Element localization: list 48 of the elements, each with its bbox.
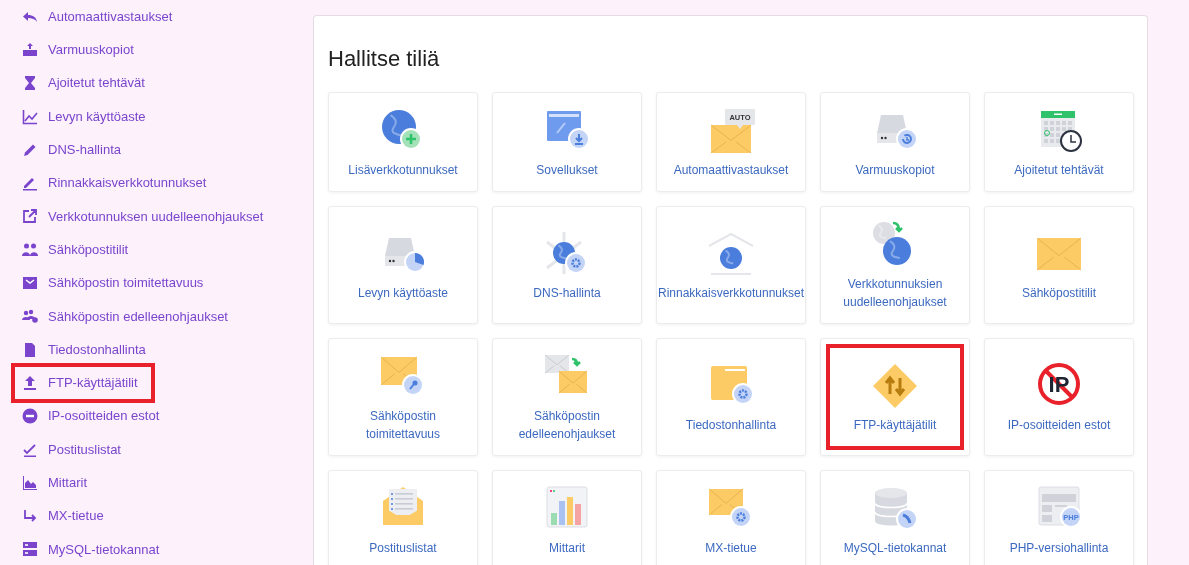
page-title: Hallitse tiliä <box>328 46 441 73</box>
sidebar-link[interactable]: Ajoitetut tehtävät <box>14 66 153 100</box>
hourglass-icon <box>22 75 38 92</box>
service-tile[interactable]: Sovellukset <box>492 92 642 193</box>
sidebar-link[interactable]: Varmuuskopiot <box>14 33 142 67</box>
service-tile[interactable]: Postituslistat <box>328 470 478 565</box>
service-tile[interactable]: MySQL-tietokannat <box>820 470 970 565</box>
sidebar-link[interactable]: Mittarit <box>14 466 95 500</box>
service-tile[interactable]: Mittarit <box>492 470 642 565</box>
service-tile[interactable]: FTP-käyttäjätilit <box>820 338 970 457</box>
sidebar-link[interactable]: Levyn käyttöaste <box>14 99 154 134</box>
sidebar-link[interactable]: Sähköpostitilit <box>14 233 137 267</box>
service-tile[interactable]: MX-tietue <box>656 470 806 565</box>
service-tile[interactable]: DNS-hallinta <box>492 206 642 325</box>
area-chart-icon <box>22 474 38 491</box>
service-tile[interactable]: Lisäverkkotunnukset <box>328 92 478 193</box>
service-tile[interactable]: Sähköpostin toimitettavuus <box>328 338 478 457</box>
sidebar-link[interactable]: Automaattivastaukset <box>14 0 181 34</box>
sidebar-link[interactable]: DNS-hallinta <box>14 133 129 167</box>
sidebar-link[interactable]: IP-osoitteiden estot <box>14 399 168 433</box>
sidebar-link[interactable]: Verkkotunnuksen uudelleenohjaukset <box>14 199 272 234</box>
line-chart-icon <box>22 108 38 125</box>
edit-icon <box>22 175 38 192</box>
sidebar-link[interactable]: MX-tietue <box>14 499 112 533</box>
people-icon <box>22 241 38 258</box>
server-icon <box>22 541 38 558</box>
service-tile[interactable]: Levyn käyttöaste <box>328 206 478 325</box>
sidebar-link[interactable]: FTP-käyttäjätilit <box>14 366 152 400</box>
service-tile[interactable]: Varmuuskopiot <box>820 92 970 193</box>
upload-box-icon <box>22 41 38 58</box>
service-tile[interactable]: Ajoitetut tehtävät <box>984 92 1134 193</box>
sidebar-link[interactable]: Tiedostonhallinta <box>14 332 154 367</box>
sidebar-link[interactable]: Sähköpostin edelleenohjaukset <box>14 299 236 333</box>
service-tile[interactable]: Rinnakkaisverkkotunnukset <box>656 206 806 325</box>
service-tile[interactable]: Verkkotunnuksien uudelleenohjaukset <box>820 206 970 325</box>
external-link-icon <box>22 208 38 225</box>
service-tile[interactable]: Sähköpostin edelleenohjaukset <box>492 338 642 457</box>
sidebar-link[interactable]: Rinnakkaisverkkotunnukset <box>14 166 215 200</box>
envelope-icon <box>22 275 38 291</box>
file-icon <box>22 341 38 358</box>
minus-circle-icon <box>22 408 38 425</box>
check-icon <box>22 441 38 458</box>
upload-icon <box>22 374 38 391</box>
service-tile[interactable]: Sähköpostitilit <box>984 206 1134 325</box>
sidebar-link[interactable]: Postituslistat <box>14 432 129 467</box>
sidebar-link[interactable]: Sähköpostin toimitettavuus <box>14 266 212 300</box>
sidebar-link[interactable]: MySQL-tietokannat <box>14 532 168 565</box>
service-tile[interactable]: Tiedostonhallinta <box>656 338 806 457</box>
